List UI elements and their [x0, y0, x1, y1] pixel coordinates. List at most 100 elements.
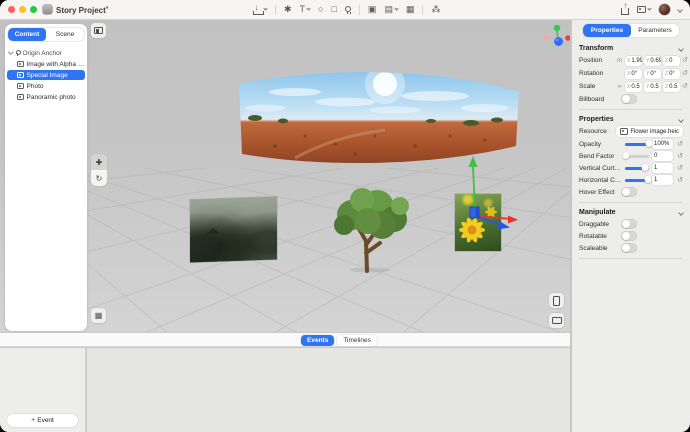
horizontal-curtain-value-field[interactable]: 1 [652, 175, 673, 185]
gallery-button[interactable]: ▤ [384, 5, 398, 14]
plus-icon: + [31, 417, 35, 424]
light-button[interactable] [345, 6, 351, 14]
toolbar-separator [275, 5, 276, 15]
draggable-toggle[interactable] [621, 219, 637, 229]
tree-item-panoramic-photo[interactable]: Panoramic photo [7, 92, 85, 102]
plane-button[interactable]: □ [331, 5, 336, 14]
opacity-slider[interactable] [625, 143, 649, 146]
import-button[interactable] [253, 5, 267, 15]
scene-grid-button[interactable]: ▦ [91, 308, 106, 323]
bend-factor-row: Bend Factor 0 ↺ [579, 150, 683, 162]
tree-item-image-alpha[interactable]: Image with Alpha channel [7, 59, 85, 69]
opacity-value-field[interactable]: 100% [652, 139, 673, 149]
disclosure-chevron-icon[interactable] [8, 50, 13, 55]
reset-icon[interactable]: ↺ [682, 70, 688, 77]
add-event-button[interactable]: + Event [7, 414, 78, 427]
tab-properties[interactable]: Properties [583, 24, 631, 37]
rotatable-toggle[interactable] [621, 231, 637, 241]
horizontal-curtain-slider[interactable] [625, 179, 649, 182]
house-silhouette [206, 227, 220, 233]
tab-parameters[interactable]: Parameters [631, 24, 679, 37]
position-x-field[interactable]: X1.99 [625, 56, 642, 66]
account-avatar[interactable] [659, 4, 670, 15]
tab-timelines[interactable]: Timelines [337, 335, 377, 346]
scale-link-icon[interactable]: ∞ [616, 84, 623, 90]
add-frame-button[interactable]: ▦ [406, 5, 415, 14]
zoom-button[interactable] [30, 6, 37, 13]
alpha-image-object[interactable] [322, 183, 418, 273]
row-label: Rotation [579, 70, 614, 77]
document-proxy-icon[interactable] [43, 5, 52, 14]
draggable-row: Draggable [579, 218, 683, 230]
scale-z-field[interactable]: Z0.5 [663, 82, 680, 92]
events-panel: Events Timelines + Event [0, 332, 570, 432]
sidebar-toggle-icon [94, 27, 103, 34]
text-tool-button[interactable]: T [300, 5, 311, 14]
rotation-x-field[interactable]: X0° [625, 69, 642, 79]
collapse-chevron-icon[interactable] [678, 46, 684, 52]
scale-x-field[interactable]: X0.5 [625, 82, 642, 92]
photo-object[interactable] [190, 196, 277, 262]
tab-content[interactable]: Content [8, 28, 46, 41]
scaleable-toggle[interactable] [621, 243, 637, 253]
toolbar-separator [359, 5, 360, 15]
sphere-button[interactable]: ○ [318, 5, 323, 14]
reset-icon[interactable]: ↺ [682, 83, 688, 90]
tab-scene[interactable]: Scene [46, 28, 84, 41]
transform-section-header[interactable]: Transform [579, 43, 683, 54]
row-label: Opacity [579, 141, 622, 148]
device-portrait-button[interactable] [549, 293, 564, 308]
transform-gizmo[interactable] [439, 150, 531, 250]
add-event-label: Event [37, 417, 54, 424]
tab-events[interactable]: Events [301, 335, 334, 346]
share-button[interactable] [621, 4, 629, 15]
move-tool-button[interactable]: ✚ [91, 154, 107, 170]
bend-factor-slider[interactable] [625, 155, 649, 158]
properties-section-header[interactable]: Properties [579, 114, 683, 125]
vertical-curtain-value-field[interactable]: 1 [652, 163, 673, 173]
collapse-chevron-icon[interactable] [678, 210, 684, 216]
reset-icon[interactable]: ↺ [677, 153, 683, 160]
image-icon [620, 128, 628, 135]
hierarchy-button[interactable]: ⁂ [431, 5, 440, 14]
reset-icon[interactable]: ↺ [677, 165, 683, 172]
sidebar-tab-bar: Content Scene [8, 28, 84, 41]
edited-indicator: * [106, 6, 109, 13]
collapse-chevron-icon[interactable] [678, 117, 684, 123]
position-z-field[interactable]: Z0 [663, 56, 680, 66]
orientation-gizmo[interactable] [541, 22, 570, 54]
billboard-toggle[interactable] [621, 94, 637, 104]
reset-icon[interactable]: ↺ [682, 57, 688, 64]
manipulate-section-header[interactable]: Manipulate [579, 207, 683, 218]
account-chevron-icon[interactable] [677, 7, 683, 13]
reset-icon[interactable]: ↺ [677, 141, 683, 148]
close-button[interactable] [8, 6, 15, 13]
chevron-down-icon [263, 6, 267, 10]
minimize-button[interactable] [19, 6, 26, 13]
add-frame-icon: ▦ [406, 5, 415, 14]
device-landscape-button[interactable] [549, 313, 564, 328]
scale-y-field[interactable]: Y0.5 [644, 82, 661, 92]
rotation-z-field[interactable]: Z0° [663, 69, 680, 79]
rotation-y-field[interactable]: Y0° [644, 69, 661, 79]
app-window: Story Project* ✱ T ○ □ ▣ ▤ ▦ ⁂ [0, 0, 690, 432]
tree-item-origin-anchor[interactable]: Origin Anchor [5, 48, 87, 58]
rotatable-row: Rotatable [579, 230, 683, 242]
share-icon [621, 8, 629, 15]
rotate-tool-button[interactable]: ↻ [91, 170, 107, 186]
position-y-field[interactable]: Y0.69 [644, 56, 661, 66]
resource-button[interactable]: Flower image.heic [616, 126, 683, 137]
tree-item-photo[interactable]: Photo [7, 81, 85, 91]
group-button[interactable]: ▣ [368, 5, 377, 14]
hover-effect-toggle[interactable] [621, 187, 637, 197]
reset-icon[interactable]: ↺ [677, 177, 683, 184]
bend-factor-value-field[interactable]: 0 [652, 151, 673, 161]
hover-effect-row: Hover Effect [579, 186, 683, 198]
tree-item-special-image[interactable]: Special Image [7, 70, 85, 80]
section-divider [579, 109, 683, 110]
shapes-button[interactable]: ✱ [284, 5, 292, 14]
sidebar-toggle-button[interactable] [91, 23, 106, 38]
billboard-row: Billboard [579, 93, 683, 105]
media-library-button[interactable] [637, 6, 651, 13]
vertical-curtain-slider[interactable] [625, 167, 649, 170]
